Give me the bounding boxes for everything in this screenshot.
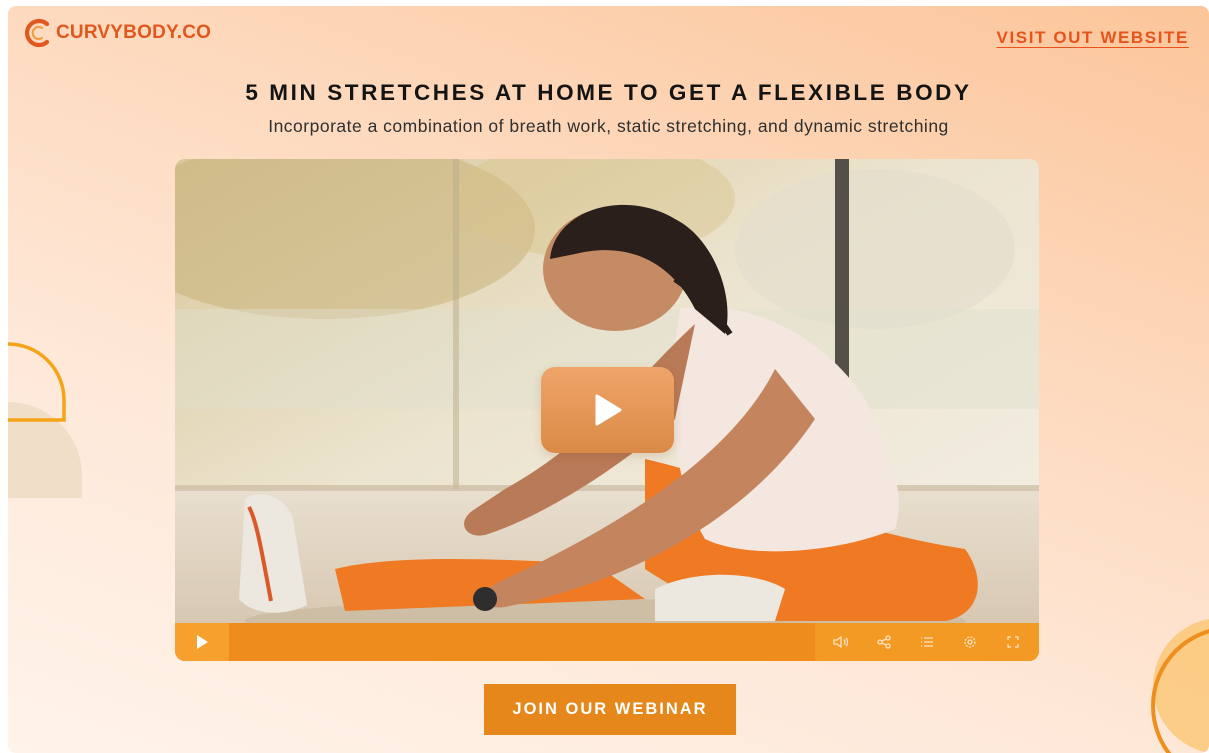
visit-website-link[interactable]: VISIT OUT WEBSITE bbox=[997, 28, 1190, 48]
controls-right-group bbox=[815, 623, 1039, 661]
brand-name: CURVYBODY.CO bbox=[56, 22, 212, 43]
crescent-c-logo-icon bbox=[24, 18, 50, 48]
page-title: 5 MIN STRETCHES AT HOME TO GET A FLEXIBL… bbox=[245, 80, 972, 105]
video-player[interactable] bbox=[175, 159, 1039, 661]
fullscreen-icon[interactable] bbox=[1003, 632, 1023, 652]
play-icon bbox=[197, 635, 208, 649]
big-play-button[interactable] bbox=[541, 367, 674, 453]
page-subtitle: Incorporate a combination of breath work… bbox=[268, 116, 949, 136]
progress-bar[interactable] bbox=[229, 623, 815, 661]
video-controls-bar bbox=[175, 623, 1039, 661]
decorative-ring-right bbox=[1151, 619, 1209, 753]
share-icon[interactable] bbox=[874, 632, 894, 652]
join-webinar-button[interactable]: JOIN OUR WEBINAR bbox=[484, 684, 736, 735]
gear-icon[interactable] bbox=[960, 632, 980, 652]
controls-play-button[interactable] bbox=[175, 623, 229, 661]
list-icon[interactable] bbox=[917, 632, 937, 652]
brand-logo[interactable]: CURVYBODY.CO bbox=[22, 18, 211, 48]
play-icon bbox=[595, 394, 621, 426]
volume-icon[interactable] bbox=[831, 632, 851, 652]
decorative-half-circle-left bbox=[8, 342, 82, 498]
landing-page: CURVYBODY.CO VISIT OUT WEBSITE 5 MIN STR… bbox=[8, 6, 1209, 753]
